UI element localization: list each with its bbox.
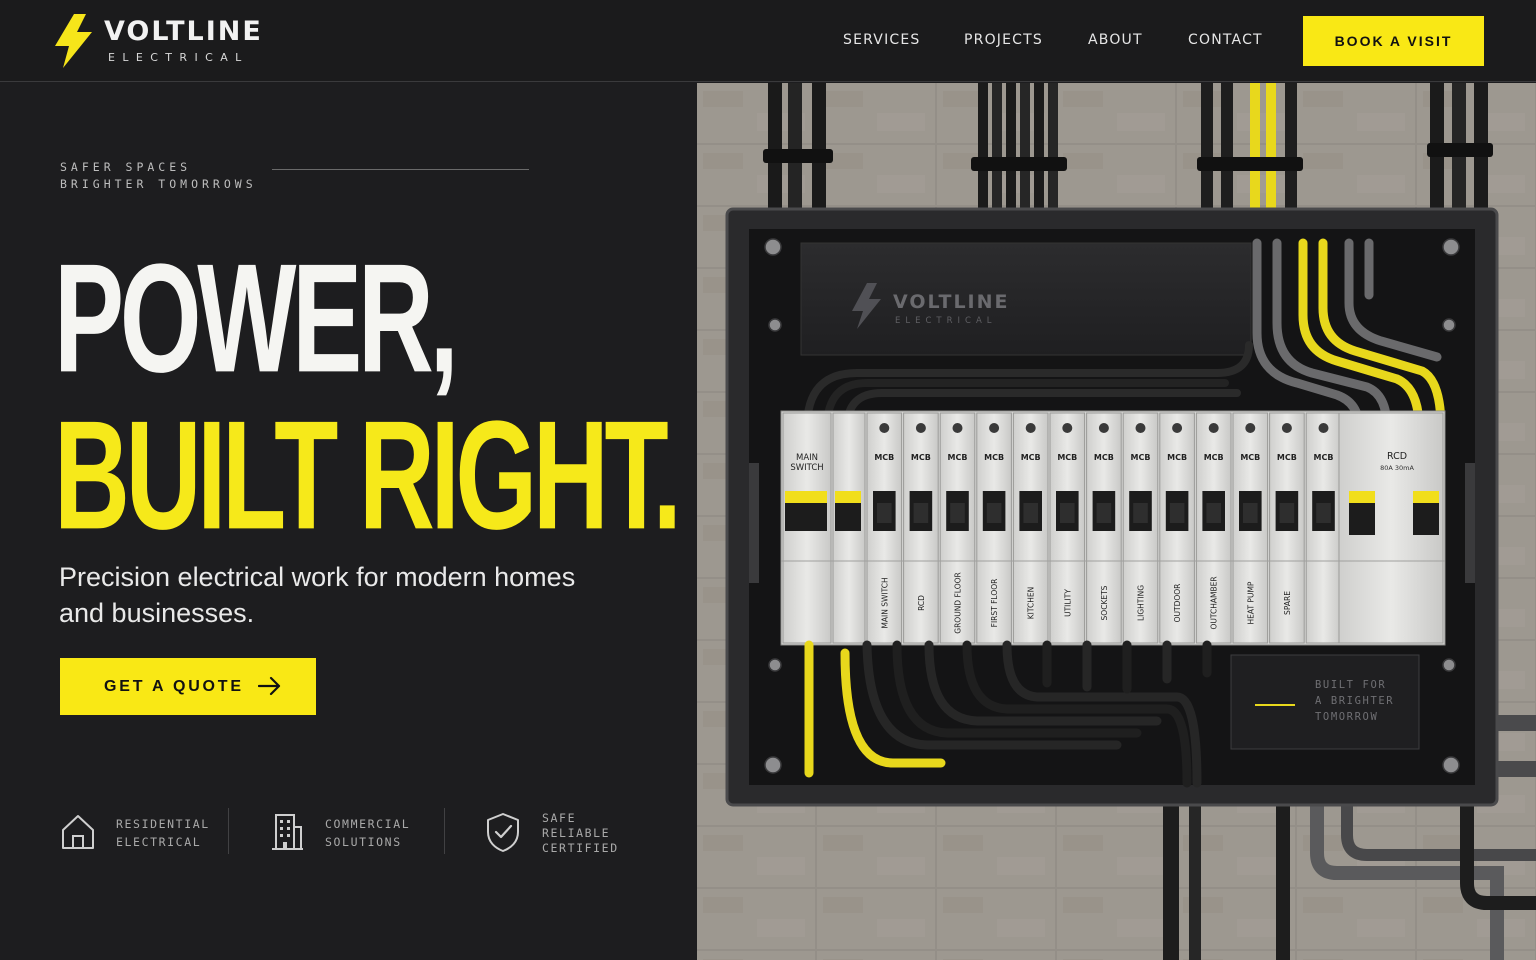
mcb-screw <box>1245 423 1256 433</box>
main-switch-label-1: MAIN <box>796 453 818 463</box>
mcb-screw <box>989 423 1000 433</box>
mcb-toggle-face <box>1169 503 1185 523</box>
top-navigation-bar: VOLTLINE ELECTRICAL SERVICES PROJECTS AB… <box>0 0 1536 82</box>
circuit-label: LIGHTING <box>1137 585 1146 621</box>
brand-name: VOLTLINE <box>104 16 263 47</box>
feature-certified-line-3: CERTIFIED <box>542 841 619 855</box>
mcb-label: MCB <box>1131 453 1151 462</box>
feature-residential: RESIDENTIAL ELECTRICAL <box>60 805 220 865</box>
arrow-right-icon <box>258 676 281 696</box>
feature-divider <box>444 808 445 854</box>
mcb-label: MCB <box>1240 453 1260 462</box>
mcb-toggle-face <box>1023 503 1038 523</box>
mcb-screw <box>1281 423 1292 433</box>
mcb-screw <box>879 423 890 433</box>
circuit-label: GROUND FLOOR <box>954 572 963 633</box>
house-icon <box>62 815 94 849</box>
plate-line-2: A BRIGHTER <box>1315 695 1394 707</box>
feature-residential-line-1: RESIDENTIAL <box>116 817 210 831</box>
circuit-label: MAIN SWITCH <box>880 577 889 628</box>
mcb-label: MCB <box>1314 453 1334 462</box>
get-a-quote-button[interactable]: GET A QUOTE <box>60 658 316 715</box>
mcb-screw <box>952 423 963 433</box>
rcd-label: RCD <box>1387 451 1407 462</box>
feature-commercial-line-2: SOLUTIONS <box>325 835 402 849</box>
mcb-label: MCB <box>984 453 1004 462</box>
brand-logo[interactable]: VOLTLINE ELECTRICAL <box>52 12 292 70</box>
headline-line-1: POWER, <box>54 231 459 405</box>
circuit-label: RCD <box>917 595 926 611</box>
feature-commercial: COMMERCIAL SOLUTIONS <box>270 805 440 865</box>
mcb-label: MCB <box>948 453 968 462</box>
feature-certified: SAFE RELIABLE CERTIFIED <box>484 805 634 865</box>
feature-residential-line-2: ELECTRICAL <box>116 835 202 849</box>
mcb-screw <box>1062 423 1073 433</box>
headline-line-2: BUILT RIGHT. <box>54 388 682 562</box>
mcb-toggle-face <box>1060 503 1075 523</box>
circuit-label: SPARE <box>1283 591 1292 615</box>
mcb-label: MCB <box>1167 453 1187 462</box>
mcb-label: MCB <box>911 453 931 462</box>
mcb-toggle-face <box>986 503 1002 523</box>
circuit-label: HEAT PUMP <box>1246 581 1255 624</box>
circuit-label: FIRST FLOOR <box>990 579 999 628</box>
hero-tag-line-1: SAFER SPACES <box>60 160 192 174</box>
breaker-row: MAIN SWITCH MCB MAIN SWITCH MCB RCD MCB GROUN… <box>781 412 1445 644</box>
brand-tagline: ELECTRICAL <box>108 51 249 64</box>
mcb-label: MCB <box>1021 453 1041 462</box>
mcb-toggle-face <box>913 503 929 523</box>
mcb-toggle-face <box>1096 503 1112 523</box>
nav-link-contact[interactable]: CONTACT <box>1188 32 1263 48</box>
main-switch-label-2: SWITCH <box>790 463 823 473</box>
hero-tag-line-2: BRIGHTER TOMORROWS <box>60 177 257 191</box>
plate-line-3: TOMORROW <box>1315 711 1378 723</box>
panel-brand-sub: ELECTRICAL <box>895 316 997 326</box>
mcb-screw <box>1025 423 1036 433</box>
mcb-toggle-face <box>1243 503 1258 523</box>
hero-section: SAFER SPACES BRIGHTER TOMORROWS POWER, B… <box>0 83 697 960</box>
mcb-toggle-face <box>1133 503 1148 523</box>
mcb-label: MCB <box>1057 453 1077 462</box>
consumer-unit-illustration: VOLTLINE ELECTRICAL MAIN SWITCH MCBMAIN … <box>697 83 1536 960</box>
nav-link-services[interactable]: SERVICES <box>843 32 921 48</box>
mcb-toggle-face <box>877 503 892 523</box>
mcb-label: MCB <box>1277 453 1297 462</box>
mcb-screw <box>1172 423 1183 433</box>
panel-brand-name: VOLTLINE <box>893 291 1010 313</box>
circuit-label: OUTDOOR <box>1173 584 1182 623</box>
mcb-label: MCB <box>1094 453 1114 462</box>
mcb-toggle-face <box>1206 503 1221 523</box>
get-a-quote-label: GET A QUOTE <box>104 677 244 695</box>
mcb-label: MCB <box>1204 453 1224 462</box>
building-icon <box>272 814 303 850</box>
consumer-unit-photo: VOLTLINE ELECTRICAL MAIN SWITCH MCB MAIN … <box>697 83 1536 960</box>
feature-divider <box>228 808 229 854</box>
rcd-rating: 80A 30mA <box>1380 464 1414 472</box>
nav-link-projects[interactable]: PROJECTS <box>964 32 1043 48</box>
tag-divider <box>272 169 529 170</box>
mcb-toggle-face <box>1279 503 1295 523</box>
circuit-label: UTILITY <box>1063 589 1072 617</box>
mcb-screw <box>1135 423 1146 433</box>
mcb-toggle-face <box>950 503 965 523</box>
lightning-bolt-icon <box>55 14 92 68</box>
nav-link-about[interactable]: ABOUT <box>1088 32 1143 48</box>
book-a-visit-button[interactable]: BOOK A VISIT <box>1303 16 1484 66</box>
mcb-screw <box>1318 423 1329 433</box>
circuit-label: KITCHEN <box>1027 587 1036 620</box>
mcb-screw <box>1208 423 1219 433</box>
mcb-screw <box>915 423 926 433</box>
shield-check-icon <box>487 813 519 852</box>
circuit-label: SOCKETS <box>1100 585 1109 620</box>
hero-lead-text: Precision electrical work for modern hom… <box>59 562 576 628</box>
mcb-toggle-face <box>1316 503 1331 523</box>
feature-commercial-line-1: COMMERCIAL <box>325 817 411 831</box>
mcb-screw <box>1098 423 1109 433</box>
circuit-label: OUTCHAMBER <box>1210 576 1219 629</box>
mcb-label: MCB <box>874 453 894 462</box>
plate-line-1: BUILT FOR <box>1315 679 1386 691</box>
